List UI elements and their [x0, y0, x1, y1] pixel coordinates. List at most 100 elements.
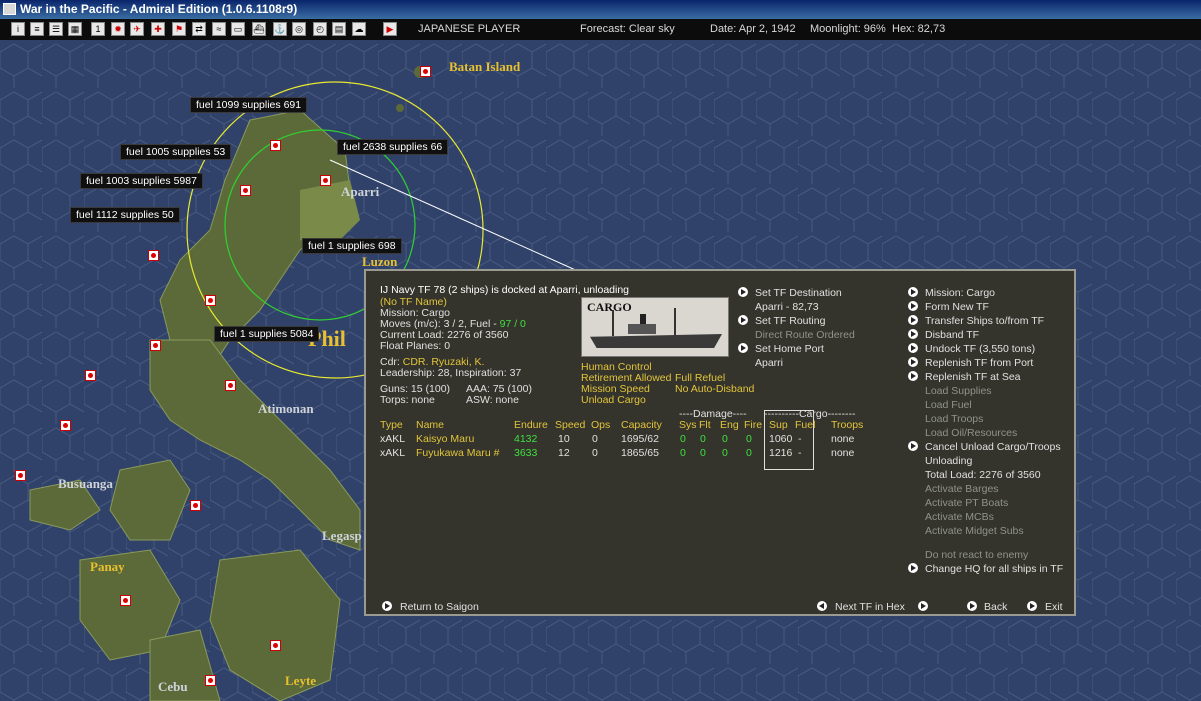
- col-header-type[interactable]: Type: [380, 419, 403, 431]
- arrow-icon[interactable]: [382, 601, 392, 611]
- flag-icon[interactable]: ✹: [111, 22, 125, 36]
- disband-tf-button[interactable]: Disband TF: [925, 329, 979, 341]
- load-troops-button[interactable]: Load Troops: [925, 413, 983, 425]
- arrow-icon[interactable]: [908, 315, 918, 325]
- mission-cargo-button[interactable]: Mission: Cargo: [925, 287, 995, 299]
- ship-name[interactable]: Kaisyo Maru: [416, 433, 474, 445]
- undock-tf-button[interactable]: Undock TF (3,550 tons): [925, 343, 1035, 355]
- activate-midget-subs-button[interactable]: Activate Midget Subs: [925, 525, 1024, 537]
- arrow-icon[interactable]: [738, 315, 748, 325]
- base-flag-icon[interactable]: [320, 175, 331, 186]
- col-header-sup[interactable]: Sup: [769, 419, 788, 431]
- ship-icon[interactable]: ⛴: [252, 22, 266, 36]
- col-header-capacity[interactable]: Capacity: [621, 419, 662, 431]
- col-header-endure[interactable]: Endure: [514, 419, 548, 431]
- arrow-icon[interactable]: [908, 563, 918, 573]
- list-icon[interactable]: ☰: [49, 22, 63, 36]
- base-flag-icon[interactable]: [120, 595, 131, 606]
- col-header-eng[interactable]: Eng: [720, 419, 739, 431]
- base-flag-icon[interactable]: [148, 250, 159, 261]
- aircraft-icon[interactable]: ✈: [130, 22, 144, 36]
- intel-icon[interactable]: 1: [91, 22, 105, 36]
- base-flag-icon[interactable]: [190, 500, 201, 511]
- supply-label[interactable]: fuel 1099 supplies 691: [190, 97, 308, 113]
- arrow-icon[interactable]: [738, 343, 748, 353]
- col-header-fuel[interactable]: Fuel: [795, 419, 815, 431]
- replenish-port-button[interactable]: Replenish TF from Port: [925, 357, 1033, 369]
- col-header-sys[interactable]: Sys: [679, 419, 697, 431]
- activate-pt-boats-button[interactable]: Activate PT Boats: [925, 497, 1008, 509]
- ship-name[interactable]: Fuyukawa Maru #: [416, 447, 499, 459]
- arrow-icon[interactable]: [908, 301, 918, 311]
- base-flag-icon[interactable]: [85, 370, 96, 381]
- base-flag-icon[interactable]: [60, 420, 71, 431]
- weather-icon[interactable]: ☁: [352, 22, 366, 36]
- arrow-icon[interactable]: [967, 601, 977, 611]
- base-flag-icon[interactable]: [150, 340, 161, 351]
- auto-disband-toggle[interactable]: No Auto-Disband: [675, 383, 754, 395]
- supply-label[interactable]: fuel 1003 supplies 5987: [80, 173, 203, 189]
- destination-value: Aparri - 82,73: [755, 301, 819, 313]
- arrow-icon[interactable]: [738, 287, 748, 297]
- cross-icon[interactable]: ✚: [151, 22, 165, 36]
- base-flag-icon[interactable]: [205, 675, 216, 686]
- col-header-flt[interactable]: Flt: [699, 419, 711, 431]
- col-header-name[interactable]: Name: [416, 419, 444, 431]
- report-icon[interactable]: ≡: [30, 22, 44, 36]
- plane-icon[interactable]: ⇄: [192, 22, 206, 36]
- base-flag-icon[interactable]: [270, 640, 281, 651]
- grid-icon[interactable]: ▦: [68, 22, 82, 36]
- col-header-fire[interactable]: Fire: [744, 419, 762, 431]
- cancel-unload-button[interactable]: Cancel Unload Cargo/Troops: [925, 441, 1061, 453]
- set-routing-button[interactable]: Set TF Routing: [755, 315, 825, 327]
- base-flag-icon[interactable]: ⚑: [172, 22, 186, 36]
- next-arrow-icon[interactable]: [918, 601, 928, 611]
- base-flag-icon[interactable]: [15, 470, 26, 481]
- arrow-icon[interactable]: [908, 287, 918, 297]
- arrow-icon[interactable]: [908, 371, 918, 381]
- prev-arrow-icon[interactable]: [817, 601, 827, 611]
- supply-label[interactable]: fuel 2638 supplies 66: [337, 139, 449, 155]
- info-icon[interactable]: i: [11, 22, 25, 36]
- unload-cargo-toggle[interactable]: Unload Cargo: [581, 394, 646, 406]
- activate-barges-button[interactable]: Activate Barges: [925, 483, 999, 495]
- set-home-port-button[interactable]: Set Home Port: [755, 343, 824, 355]
- col-header-speed[interactable]: Speed: [555, 419, 585, 431]
- back-button[interactable]: Back: [984, 601, 1007, 613]
- arrow-icon[interactable]: [908, 329, 918, 339]
- sub-icon[interactable]: ◎: [292, 22, 306, 36]
- return-to-saigon-button[interactable]: Return to Saigon: [400, 601, 479, 613]
- unit-icon[interactable]: ▭: [231, 22, 245, 36]
- supply-label[interactable]: fuel 1 supplies 698: [302, 238, 402, 254]
- anchor-icon[interactable]: ⚓: [273, 22, 287, 36]
- load-supplies-button[interactable]: Load Supplies: [925, 385, 992, 397]
- arrow-icon[interactable]: [908, 357, 918, 367]
- activate-mcbs-button[interactable]: Activate MCBs: [925, 511, 994, 523]
- col-header-troops[interactable]: Troops: [831, 419, 863, 431]
- base-flag-icon[interactable]: [225, 380, 236, 391]
- change-hq-button[interactable]: Change HQ for all ships in TF: [925, 563, 1063, 575]
- supply-label[interactable]: fuel 1 supplies 5084: [214, 326, 320, 342]
- base-flag-icon[interactable]: [205, 295, 216, 306]
- supply-label[interactable]: fuel 1005 supplies 53: [120, 144, 232, 160]
- replenish-sea-button[interactable]: Replenish TF at Sea: [925, 371, 1021, 383]
- arrow-icon[interactable]: [1027, 601, 1037, 611]
- base-flag-icon[interactable]: [270, 140, 281, 151]
- map-icon[interactable]: ▤: [332, 22, 346, 36]
- arrow-icon[interactable]: [908, 343, 918, 353]
- base-flag-icon[interactable]: [420, 66, 431, 77]
- load-oil-button[interactable]: Load Oil/Resources: [925, 427, 1017, 439]
- set-destination-button[interactable]: Set TF Destination: [755, 287, 842, 299]
- play-icon[interactable]: ▶: [383, 22, 397, 36]
- exit-button[interactable]: Exit: [1045, 601, 1063, 613]
- load-fuel-button[interactable]: Load Fuel: [925, 399, 972, 411]
- ground-icon[interactable]: ≈: [212, 22, 226, 36]
- arrow-icon[interactable]: [908, 441, 918, 451]
- form-new-tf-button[interactable]: Form New TF: [925, 301, 989, 313]
- supply-label[interactable]: fuel 1112 supplies 50: [70, 207, 180, 223]
- transfer-ships-button[interactable]: Transfer Ships to/from TF: [925, 315, 1044, 327]
- base-flag-icon[interactable]: [240, 185, 251, 196]
- op-icon[interactable]: ◴: [313, 22, 327, 36]
- col-header-ops[interactable]: Ops: [591, 419, 610, 431]
- react-to-enemy-toggle[interactable]: Do not react to enemy: [925, 549, 1028, 561]
